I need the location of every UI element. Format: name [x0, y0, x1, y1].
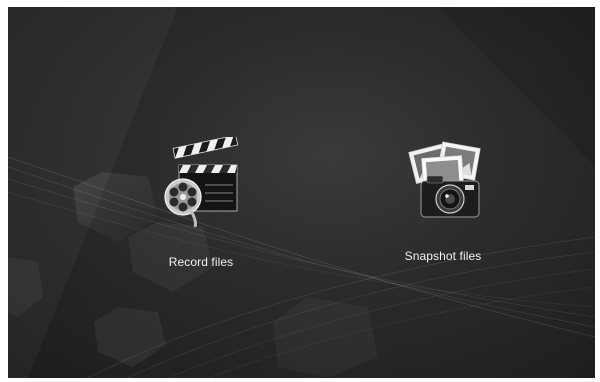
file-browser-screen: Record files Snapshot files [8, 7, 595, 378]
camera-photos-icon [408, 141, 481, 218]
record-files-button[interactable]: Record files [126, 137, 276, 269]
clapperboard-film-reel-icon [164, 137, 239, 227]
snapshot-files-label: Snapshot files [404, 249, 482, 263]
record-files-label: Record files [168, 255, 234, 269]
snapshot-files-button[interactable]: Snapshot files [368, 137, 518, 263]
